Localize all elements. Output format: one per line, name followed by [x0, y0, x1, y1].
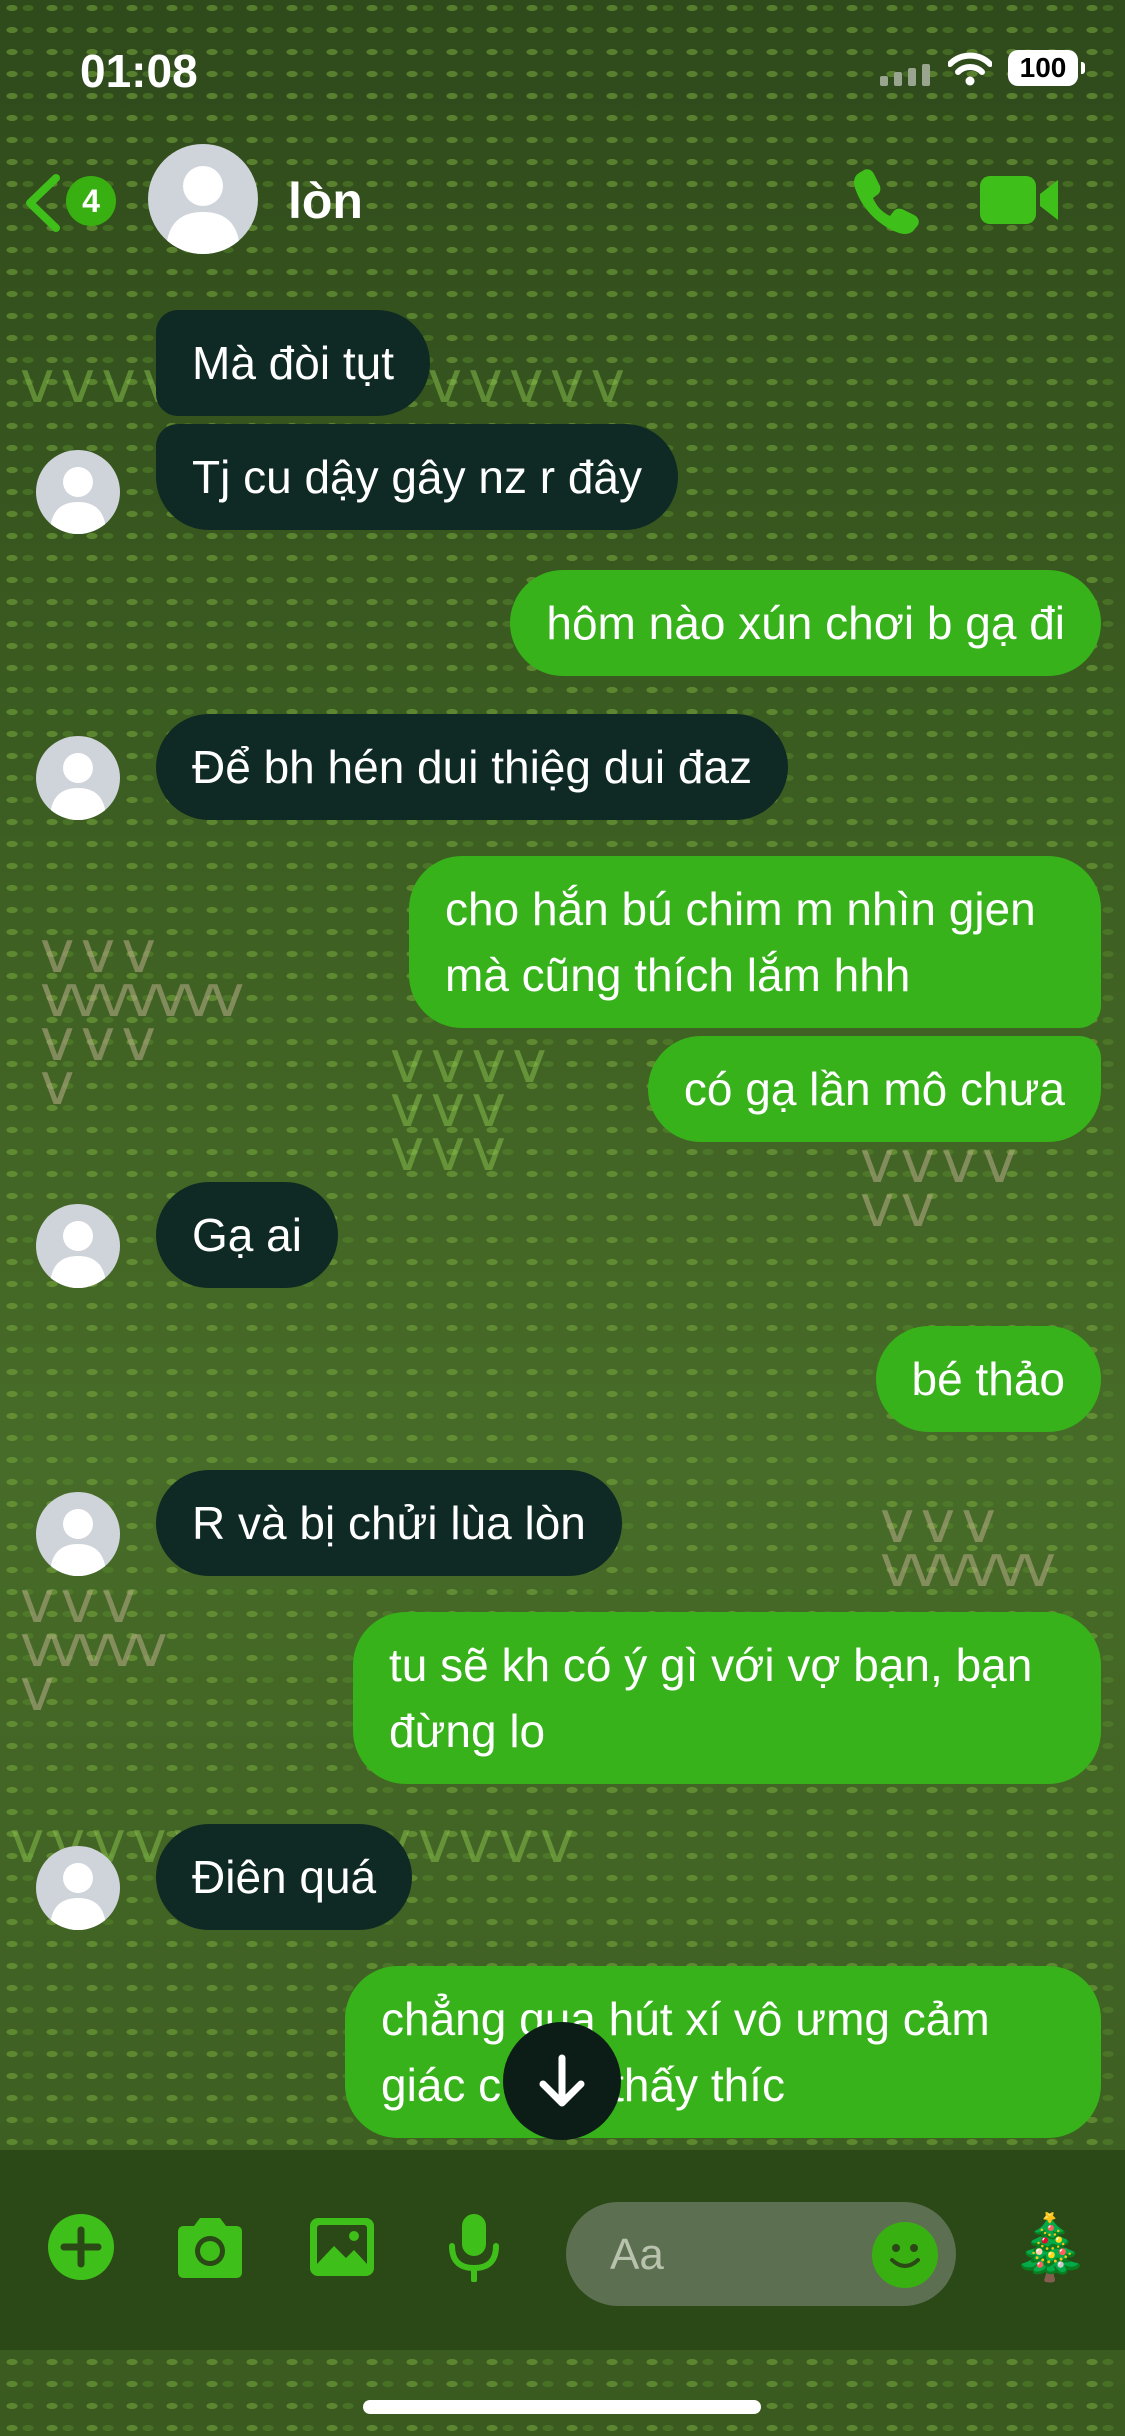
back-button[interactable]: 4: [22, 170, 122, 232]
status-time: 01:08: [80, 45, 198, 97]
person-silhouette-icon: [50, 467, 106, 534]
back-chevron-icon: [26, 174, 60, 232]
wifi-icon: [948, 52, 992, 86]
quick-reaction-button[interactable]: 🎄: [1010, 2210, 1090, 2285]
person-silhouette-icon: [50, 1221, 106, 1288]
smiley-icon: [890, 2244, 920, 2268]
message-bubble-outgoing[interactable]: bé thảo: [875, 1326, 1101, 1432]
sender-avatar[interactable]: [36, 1846, 120, 1930]
phone-icon[interactable]: [850, 164, 922, 236]
message-bubble-outgoing[interactable]: tu sẽ kh có ý gì với vợ bạn, bạn đừng lo: [353, 1612, 1101, 1784]
contact-name[interactable]: lòn: [288, 172, 363, 230]
contact-avatar[interactable]: [148, 144, 258, 254]
message-list[interactable]: Mà đòi tụt Tj cu dậy gây nz r đây hôm nà…: [0, 260, 1125, 2150]
sender-avatar[interactable]: [36, 450, 120, 534]
scroll-to-bottom-button[interactable]: [503, 2022, 621, 2140]
person-silhouette-icon: [50, 753, 106, 820]
message-bubble-outgoing[interactable]: cho hắn bú chim m nhìn gjen mà cũng thíc…: [409, 856, 1101, 1028]
status-bar: 01:08 100: [0, 0, 1125, 140]
camera-icon[interactable]: [172, 2212, 248, 2282]
message-bubble-outgoing[interactable]: có gạ lần mô chưa: [647, 1036, 1101, 1142]
message-bubble-outgoing[interactable]: chẳng qua hút xí vô ưmg cảm giác c vs b …: [345, 1966, 1101, 2138]
message-bubble-incoming[interactable]: Mà đòi tụt: [156, 310, 430, 416]
message-input-placeholder: Aa: [610, 2230, 664, 2279]
message-bubble-incoming[interactable]: Tj cu dậy gây nz r đây: [156, 424, 678, 530]
message-bubble-incoming[interactable]: R và bị chửi lùa lòn: [156, 1470, 622, 1576]
chat-header: 4 lòn: [0, 140, 1125, 260]
cellular-signal-icon: [880, 64, 930, 86]
arrow-down-icon: [539, 2054, 585, 2107]
plus-icon[interactable]: [46, 2212, 116, 2282]
person-silhouette-icon: [50, 1863, 106, 1930]
message-bubble-incoming[interactable]: Gạ ai: [156, 1182, 338, 1288]
person-silhouette-icon: [166, 166, 240, 254]
home-indicator: [363, 2400, 761, 2414]
unread-count-badge: 4: [66, 176, 116, 226]
message-composer: Aa 🎄: [0, 2150, 1125, 2350]
video-camera-icon[interactable]: [978, 166, 1062, 234]
message-bubble-incoming[interactable]: Để bh hén dui thiệg dui đaz: [156, 714, 789, 820]
sender-avatar[interactable]: [36, 736, 120, 820]
message-bubble-outgoing[interactable]: hôm nào xún chơi b gạ đi: [510, 570, 1101, 676]
message-bubble-incoming[interactable]: Điên quá: [156, 1824, 413, 1930]
emoji-button[interactable]: [872, 2222, 938, 2288]
person-silhouette-icon: [50, 1509, 106, 1576]
image-icon[interactable]: [306, 2212, 378, 2282]
sender-avatar[interactable]: [36, 1204, 120, 1288]
sender-avatar[interactable]: [36, 1492, 120, 1576]
message-input[interactable]: Aa: [566, 2202, 956, 2306]
battery-indicator: 100: [1008, 50, 1085, 86]
microphone-icon[interactable]: [444, 2212, 504, 2282]
